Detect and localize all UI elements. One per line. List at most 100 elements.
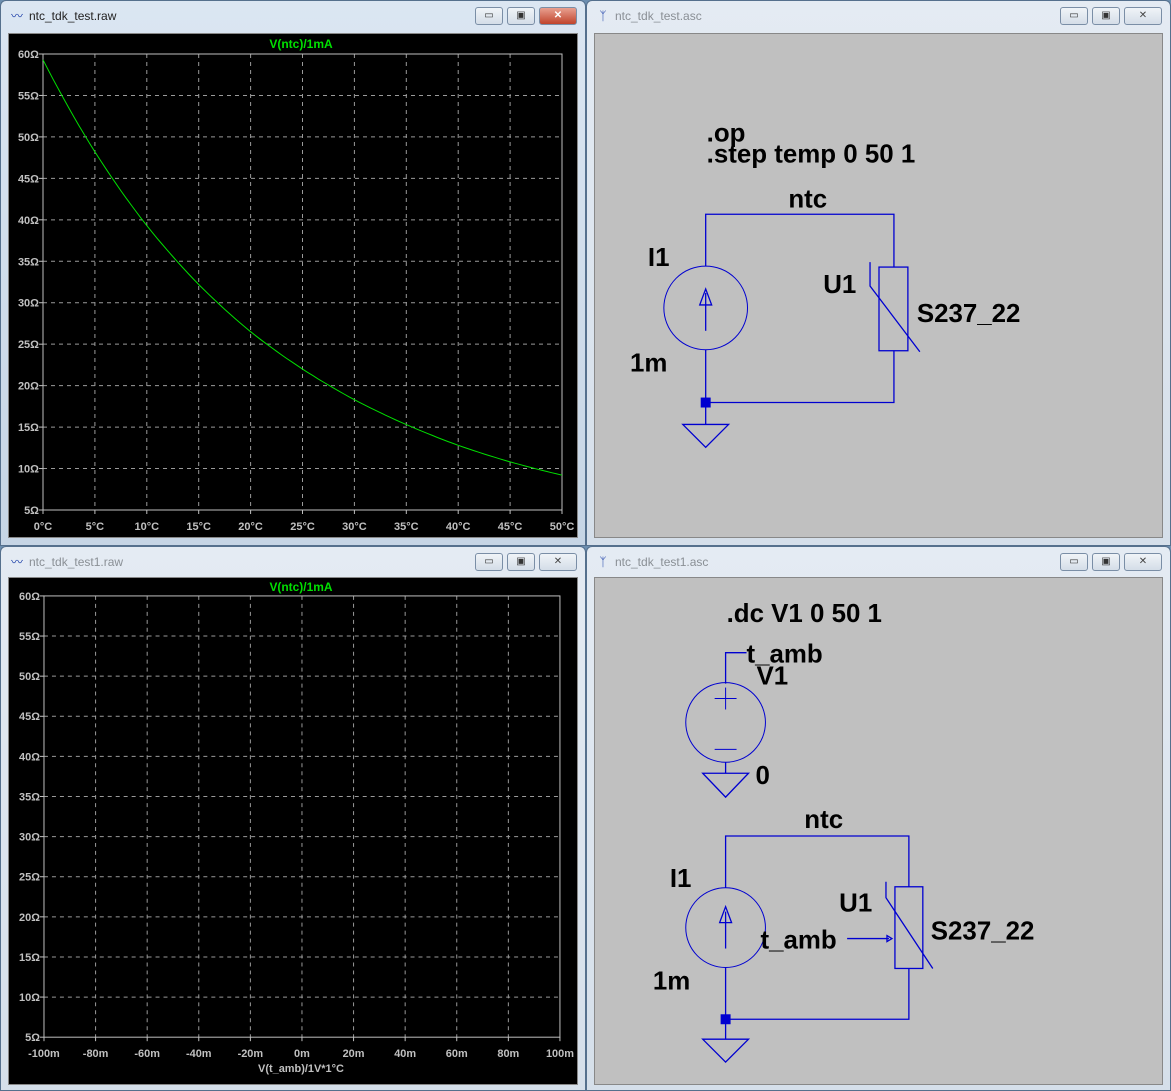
component-name[interactable]: I1 (670, 865, 692, 893)
plot-svg[interactable]: V(ntc)/1mA 0°C 5°C 10°C 15°C 20°C 25°C 30°C 35°… (9, 34, 577, 537)
trace-line (42, 59, 563, 476)
minimize-button[interactable]: ▭ (475, 553, 503, 571)
schematic-canvas[interactable]: .op .step temp 0 50 1 ntc I1 1m U1 S237_… (594, 33, 1163, 538)
minimize-button[interactable]: ▭ (475, 7, 503, 25)
thermistor-symbol[interactable] (878, 266, 909, 352)
x-tick-label: 100m (546, 1048, 574, 1060)
schematic-icon: ᛉ (599, 9, 607, 23)
y-tick-label: 25Ω (18, 339, 39, 351)
x-tick-label: 30°C (342, 521, 367, 533)
x-tick-label: 0°C (34, 521, 53, 533)
y-tick-label: 35Ω (18, 256, 39, 268)
thermistor-symbol[interactable] (894, 886, 924, 970)
ground-icon (681, 423, 731, 449)
waveform-window-2[interactable]: 〰 ntc_tdk_test1.raw ▭ ▣ ✕ V(ntc)/1mA V(t_a… (0, 546, 586, 1091)
x-tick-label: 25°C (290, 521, 315, 533)
spice-directive[interactable]: .step temp 0 50 1 (707, 140, 916, 168)
wire[interactable] (705, 349, 895, 404)
x-tick-label: 5°C (86, 521, 105, 533)
schematic-canvas[interactable]: .dc V1 0 50 1 t_amb V1 0 ntc I1 1m U1 S2… (594, 577, 1163, 1085)
component-value[interactable]: 1m (630, 350, 667, 378)
trace-label[interactable]: V(ntc)/1mA (269, 580, 332, 594)
y-tick-label: 55Ω (19, 631, 40, 643)
y-tick-label: 60Ω (19, 591, 40, 603)
close-button[interactable]: ✕ (539, 553, 577, 571)
waveform-icon: 〰 (10, 555, 23, 569)
x-tick-label: -40m (186, 1048, 212, 1060)
restore-button[interactable]: ▣ (1092, 7, 1120, 25)
component-name[interactable]: I1 (648, 244, 670, 272)
wire[interactable] (724, 967, 910, 1020)
plot-pane[interactable]: V(ntc)/1mA V(t_amb)/1V*1°C -100m -80m -60m… (8, 577, 578, 1085)
net-label[interactable]: t_amb (760, 927, 836, 955)
junction-dot (700, 397, 711, 408)
net-label[interactable]: ntc (788, 185, 827, 213)
y-tick-label: 20Ω (18, 381, 39, 393)
y-tick-label: 15Ω (19, 952, 40, 964)
x-tick-label: 60m (446, 1048, 468, 1060)
restore-button[interactable]: ▣ (1092, 553, 1120, 571)
component-value[interactable]: S237_22 (931, 918, 1035, 946)
close-button[interactable]: ✕ (539, 7, 577, 25)
component-name[interactable]: V1 (756, 663, 788, 691)
y-tick-label: 40Ω (19, 751, 40, 763)
x-tick-label: 20m (343, 1048, 365, 1060)
schematic-icon: ᛉ (599, 555, 607, 569)
close-button[interactable]: ✕ (1124, 7, 1162, 25)
wire[interactable] (724, 835, 910, 888)
x-tick-label: 45°C (498, 521, 523, 533)
close-button[interactable]: ✕ (1124, 553, 1162, 571)
junction-dot (720, 1014, 731, 1025)
restore-button[interactable]: ▣ (507, 553, 535, 571)
y-tick-label: 5Ω (25, 1032, 40, 1044)
net-label[interactable]: 0 (755, 762, 769, 790)
y-tick-label: 15Ω (18, 422, 39, 434)
wire[interactable] (705, 213, 895, 268)
net-label[interactable]: ntc (804, 806, 843, 834)
y-tick-label: 50Ω (18, 132, 39, 144)
x-axis-label[interactable]: V(t_amb)/1V*1°C (258, 1063, 344, 1075)
y-tick-label: 60Ω (18, 49, 39, 61)
restore-button[interactable]: ▣ (507, 7, 535, 25)
y-tick-label: 5Ω (24, 505, 39, 517)
component-value[interactable]: S237_22 (917, 300, 1021, 328)
minimize-button[interactable]: ▭ (1060, 7, 1088, 25)
y-tick-label: 30Ω (18, 298, 39, 310)
x-tick-label: 40°C (446, 521, 471, 533)
waveform-icon: 〰 (10, 9, 23, 23)
x-tick-label: 20°C (238, 521, 263, 533)
x-tick-label: 35°C (394, 521, 419, 533)
x-tick-label: -60m (134, 1048, 160, 1060)
x-tick-label: 40m (394, 1048, 416, 1060)
y-tick-label: 10Ω (19, 992, 40, 1004)
y-tick-label: 45Ω (18, 173, 39, 185)
x-tick-label: -20m (238, 1048, 264, 1060)
x-tick-label: -100m (28, 1048, 60, 1060)
x-tick-label: 0m (294, 1048, 310, 1060)
component-name[interactable]: U1 (823, 271, 856, 299)
schematic-window-1[interactable]: ᛉ ntc_tdk_test.asc ▭ ▣ ✕ .op .step temp 0 … (586, 0, 1171, 546)
spice-directive[interactable]: .dc V1 0 50 1 (727, 600, 882, 628)
window-title: ntc_tdk_test.asc (615, 9, 702, 23)
wire[interactable] (724, 652, 747, 684)
component-name[interactable]: U1 (839, 890, 872, 918)
plot-pane[interactable]: V(ntc)/1mA 0°C 5°C 10°C 15°C 20°C 25°C 30°C 35°… (8, 33, 578, 538)
ground-icon (701, 1038, 751, 1064)
minimize-button[interactable]: ▭ (1060, 553, 1088, 571)
y-tick-label: 20Ω (19, 912, 40, 924)
schematic-svg[interactable]: .op .step temp 0 50 1 ntc I1 1m U1 S237_… (595, 34, 1162, 537)
schematic-window-2[interactable]: ᛉ ntc_tdk_test1.asc ▭ ▣ ✕ .dc V1 0 50 1 … (586, 546, 1171, 1091)
y-tick-label: 30Ω (19, 832, 40, 844)
ground-icon (701, 772, 751, 799)
x-tick-label: -80m (83, 1048, 109, 1060)
window-title: ntc_tdk_test.raw (29, 9, 117, 23)
plot-svg[interactable]: V(ntc)/1mA V(t_amb)/1V*1°C -100m -80m -60m… (9, 578, 577, 1084)
waveform-window-1[interactable]: 〰 ntc_tdk_test.raw ▭ ▣ ✕ V(ntc)/1mA 0°C 5°C… (0, 0, 586, 546)
component-value[interactable]: 1m (653, 967, 690, 995)
x-tick-label: 80m (497, 1048, 519, 1060)
y-tick-label: 40Ω (18, 215, 39, 227)
trace-label[interactable]: V(ntc)/1mA (269, 37, 333, 51)
y-tick-label: 35Ω (19, 791, 40, 803)
schematic-svg[interactable]: .dc V1 0 50 1 t_amb V1 0 ntc I1 1m U1 S2… (595, 578, 1162, 1084)
x-tick-label: 50°C (550, 521, 575, 533)
